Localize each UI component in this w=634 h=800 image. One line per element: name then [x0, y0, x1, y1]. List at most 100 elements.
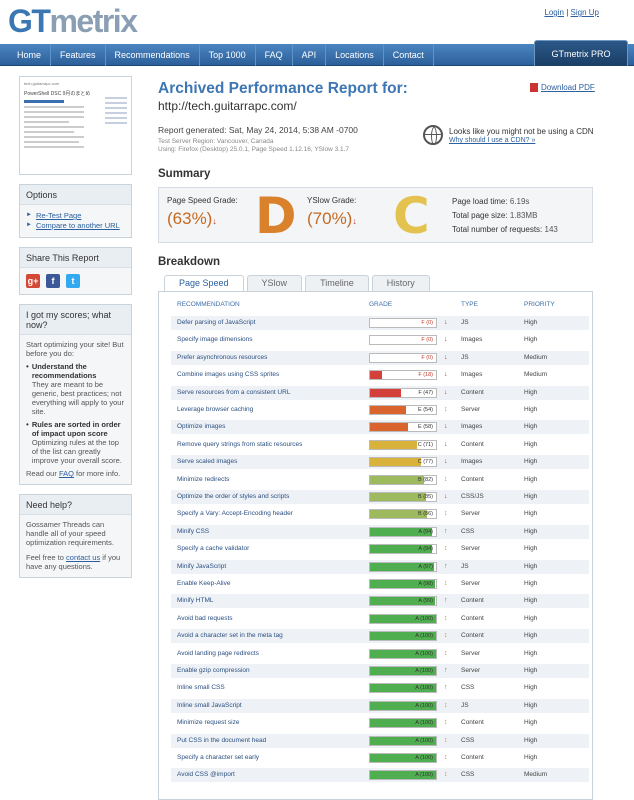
table-row[interactable]: Minify CSS A (94) ↑ CSS High: [171, 524, 589, 539]
table-row[interactable]: Defer parsing of JavaScript F (0) ↓ JS High: [171, 316, 589, 330]
recommendation-name[interactable]: Inline small CSS: [177, 681, 225, 695]
table-row[interactable]: Enable gzip compression A (100) ↑ Server Hig…: [171, 664, 589, 678]
table-row[interactable]: Leverage browser caching E (54) ↕ Server Hig…: [171, 403, 589, 417]
compare-link[interactable]: Compare to another URL: [36, 221, 120, 230]
nav-item-top-1000[interactable]: Top 1000: [200, 44, 256, 66]
grade-value: B (85): [418, 494, 433, 500]
recommendation-priority: High: [524, 719, 538, 727]
recommendation-name[interactable]: Optimize images: [177, 420, 225, 434]
table-row[interactable]: Specify a cache validator A (94) ↕ Server Hi…: [171, 542, 589, 556]
contact-us-link[interactable]: contact us: [66, 553, 100, 562]
table-row[interactable]: Avoid bad requests A (100) ↕ Content High: [171, 612, 589, 626]
recommendation-name[interactable]: Minify JavaScript: [177, 560, 226, 574]
col-type[interactable]: TYPE: [461, 301, 478, 308]
table-row[interactable]: Combine images using CSS sprites F (18) ↓ I…: [171, 368, 589, 382]
recommendation-name[interactable]: Defer parsing of JavaScript: [177, 316, 255, 330]
recommendation-type: JS: [461, 562, 469, 570]
recommendation-priority: High: [524, 406, 538, 413]
recommendation-name[interactable]: Specify a cache validator: [177, 542, 249, 556]
recommendation-name[interactable]: Put CSS in the document head: [177, 734, 266, 748]
recommendation-name[interactable]: Specify a character set early: [177, 751, 259, 765]
recommendation-name[interactable]: Avoid landing page redirects: [177, 647, 259, 661]
recommendation-name[interactable]: Specify a Vary: Accept-Encoding header: [177, 507, 293, 521]
googleplus-icon[interactable]: g+: [26, 274, 40, 288]
table-row[interactable]: Remove query strings from static resourc…: [171, 438, 589, 452]
signup-link[interactable]: Sign Up: [571, 8, 599, 17]
download-pdf[interactable]: Download PDF: [530, 83, 595, 93]
grade-value: A (94): [418, 546, 433, 553]
recommendation-type: Images: [461, 371, 483, 379]
table-row[interactable]: Avoid CSS @import A (100) ↕ CSS Medium: [171, 768, 589, 783]
nav-item-contact[interactable]: Contact: [384, 44, 434, 66]
table-row[interactable]: Minimize request size A (100) ↕ Content High: [171, 716, 589, 730]
twitter-icon[interactable]: t: [66, 274, 80, 288]
recommendation-name[interactable]: Combine images using CSS sprites: [177, 368, 279, 382]
grade-value: F (18): [418, 372, 433, 379]
tab-timeline[interactable]: Timeline: [305, 275, 369, 291]
tab-yslow[interactable]: YSlow: [246, 275, 303, 291]
recommendation-name[interactable]: Serve scaled images: [177, 455, 237, 469]
table-row[interactable]: Minify HTML A (99) ↑ Content High: [171, 594, 589, 609]
arrow-down-icon: ↓: [444, 458, 448, 466]
tab-history[interactable]: History: [371, 275, 430, 291]
table-row[interactable]: Put CSS in the document head A (100) ↕ CSS H…: [171, 733, 589, 748]
recommendation-name[interactable]: Specify image dimensions: [177, 333, 253, 347]
col-priority[interactable]: PRIORITY: [524, 301, 555, 308]
nav-item-features[interactable]: Features: [51, 44, 106, 66]
table-row[interactable]: Optimize the order of styles and scripts…: [171, 490, 589, 504]
recommendation-name[interactable]: Minimize redirects: [177, 473, 229, 487]
arrow-down-icon: ↓: [444, 423, 448, 431]
summary-heading: Summary: [158, 168, 211, 180]
nav-item-recommendations[interactable]: Recommendations: [106, 44, 200, 66]
nav-item-home[interactable]: Home: [8, 44, 52, 66]
arrow-down-icon: ↓: [444, 336, 448, 344]
nav-gtmetrix-pro[interactable]: GTmetrix PRO: [534, 40, 628, 66]
recommendation-name[interactable]: Avoid a character set in the meta tag: [177, 629, 283, 643]
table-row[interactable]: Prefer asynchronous resources F (0) ↓ JS Med…: [171, 350, 589, 365]
recommendation-name[interactable]: Leverage browser caching: [177, 403, 253, 417]
table-row[interactable]: Inline small CSS A (100) ↑ CSS High: [171, 681, 589, 695]
table-row[interactable]: Specify a character set early A (100) ↕ Con…: [171, 751, 589, 765]
table-row[interactable]: Specify a Vary: Accept-Encoding header B …: [171, 507, 589, 521]
table-row[interactable]: Avoid landing page redirects A (100) ↕ Serv…: [171, 647, 589, 661]
recommendation-name[interactable]: Minimize request size: [177, 716, 240, 730]
table-row[interactable]: Enable Keep-Alive A (98) ↕ Server High: [171, 577, 589, 591]
nav-item-faq[interactable]: FAQ: [256, 44, 293, 66]
recommendation-name[interactable]: Remove query strings from static resourc…: [177, 438, 302, 452]
recommendation-name[interactable]: Prefer asynchronous resources: [177, 351, 267, 365]
grade-bar: A (98): [369, 579, 437, 589]
table-row[interactable]: Avoid a character set in the meta tag A (…: [171, 629, 589, 644]
table-row[interactable]: Serve scaled images C (77) ↓ Images High: [171, 455, 589, 470]
download-pdf-link[interactable]: Download PDF: [541, 83, 595, 92]
recommendation-name[interactable]: Optimize the order of styles and scripts: [177, 490, 289, 504]
recommendation-name[interactable]: Minify CSS: [177, 525, 209, 539]
grade-bar: A (100): [369, 613, 437, 624]
nav-item-locations[interactable]: Locations: [326, 44, 384, 66]
col-recommendation[interactable]: RECOMMENDATION: [177, 301, 240, 308]
recommendation-name[interactable]: Enable Keep-Alive: [177, 577, 230, 591]
facebook-icon[interactable]: f: [46, 274, 60, 288]
table-row[interactable]: Minify JavaScript A (97) ↑ JS High: [171, 559, 589, 574]
table-row[interactable]: Specify image dimensions F (0) ↓ Images High: [171, 333, 589, 347]
retest-link[interactable]: Re-Test Page: [36, 211, 81, 220]
recommendation-name[interactable]: Avoid CSS @import: [177, 768, 235, 782]
table-row[interactable]: Minimize redirects B (82) ↕ Content High: [171, 473, 589, 487]
recommendation-name[interactable]: Serve resources from a consistent URL: [177, 386, 290, 400]
recommendation-name[interactable]: Enable gzip compression: [177, 664, 250, 678]
recommendation-name[interactable]: Minify HTML: [177, 594, 213, 608]
recommendation-name[interactable]: Inline small JavaScript: [177, 699, 242, 713]
faq-link[interactable]: FAQ: [59, 469, 74, 478]
recommendation-priority: Medium: [524, 371, 548, 379]
cdn-link[interactable]: Why should I use a CDN? »: [449, 137, 535, 144]
table-row[interactable]: Inline small JavaScript A (100) ↕ JS High: [171, 698, 589, 713]
login-link[interactable]: Login: [544, 8, 564, 17]
tab-page-speed[interactable]: Page Speed: [164, 275, 244, 292]
gtmetrix-logo[interactable]: GTmetrix: [8, 2, 138, 40]
recommendation-name[interactable]: Avoid bad requests: [177, 612, 233, 626]
nav-item-api[interactable]: API: [293, 44, 327, 66]
recommendation-priority: High: [524, 423, 538, 431]
table-row[interactable]: Serve resources from a consistent URL F (…: [171, 385, 589, 400]
col-grade[interactable]: GRADE: [369, 301, 392, 308]
table-row[interactable]: Optimize images E (58) ↓ Images High: [171, 420, 589, 435]
arrow-updown-icon: ↕: [444, 545, 448, 553]
